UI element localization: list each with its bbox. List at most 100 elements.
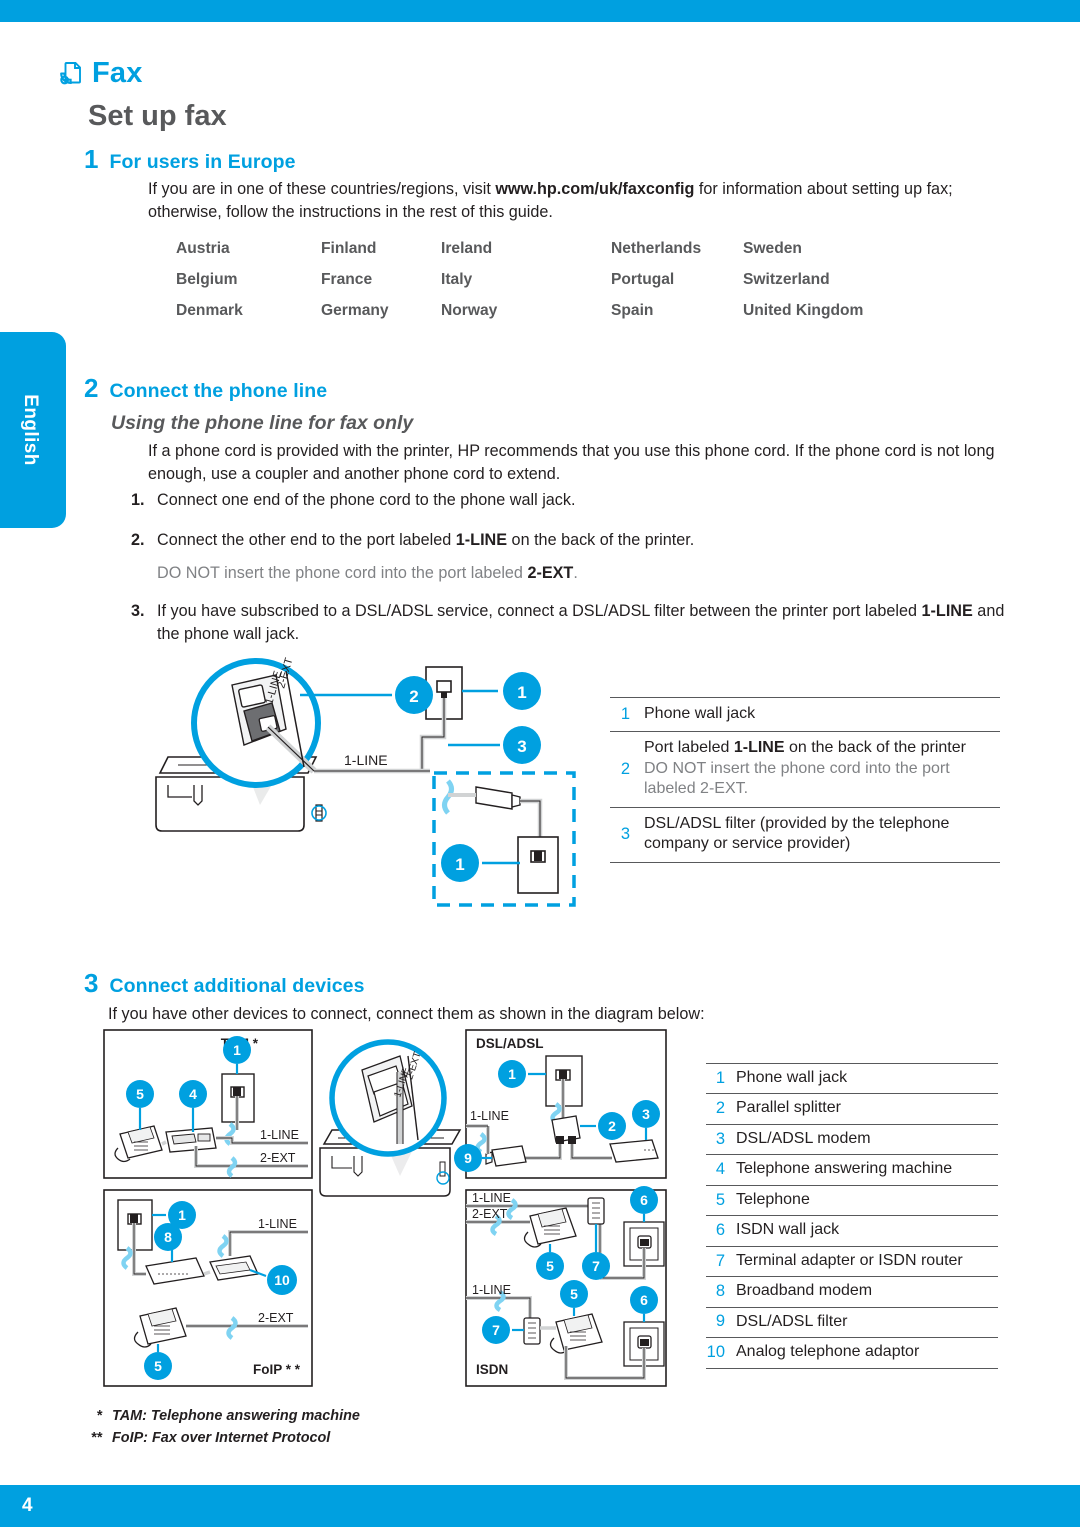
footnote-marker: *	[96, 1408, 102, 1424]
isdn-callout-6: 6	[640, 1292, 648, 1308]
step-text: Connect one end of the phone cord to the…	[157, 491, 576, 509]
callout-2: 2	[409, 687, 418, 706]
section-1-paragraph: If you are in one of these countries/reg…	[148, 178, 993, 224]
legend-key: 7	[715, 1251, 725, 1270]
legend-value-bold: 1-LINE	[733, 739, 785, 757]
section-heading-2: 2 Connect the phone line	[84, 375, 327, 403]
ordered-step: 3. If you have subscribed to a DSL/ADSL s…	[131, 600, 1011, 645]
country-item: Austria	[176, 240, 230, 257]
ordered-step: 2. Connect the other end to the port labe…	[131, 529, 1011, 552]
legend-value: DSL/ADSL modem	[736, 1129, 871, 1147]
section-2-subheading: Using the phone line for fax only	[111, 412, 414, 434]
country-item: Netherlands	[611, 240, 702, 257]
section-label-1: For users in Europe	[109, 151, 296, 173]
callout-1a: 1	[517, 683, 526, 702]
page-subtitle: Set up fax	[88, 100, 227, 132]
callout-1b: 1	[455, 855, 464, 874]
foip-callout-8: 8	[164, 1229, 172, 1245]
country-item: Finland	[321, 240, 377, 257]
tam-callout-1: 1	[233, 1042, 241, 1058]
step-number: 1.	[131, 491, 145, 509]
legend-row: 6 ISDN wall jack	[706, 1216, 998, 1247]
ta-port-1-line: 1-LINE	[472, 1191, 511, 1205]
foip-port-1-line: 1-LINE	[258, 1217, 297, 1231]
tam-port-2-ext: 2-EXT	[260, 1151, 296, 1165]
page-number: 4	[22, 1495, 33, 1516]
tam-callout-5: 5	[136, 1086, 144, 1102]
legend-row: 9 DSL/ADSL filter	[706, 1308, 998, 1339]
section-label-3: Connect additional devices	[109, 975, 365, 997]
legend-key: 4	[715, 1160, 725, 1179]
country-item: Denmark	[176, 302, 243, 319]
country-item: Switzerland	[743, 271, 830, 288]
legend-value: DSL/ADSL filter	[736, 1312, 848, 1330]
isdn-callout-7: 7	[492, 1322, 500, 1338]
language-tab-label: English	[20, 394, 41, 466]
ta-port-2-ext: 2-EXT	[472, 1207, 508, 1221]
legend-row: 5 Telephone	[706, 1186, 998, 1217]
section-label-2: Connect the phone line	[109, 380, 328, 402]
foip-callout-1: 1	[178, 1207, 186, 1223]
legend-row: 2 Parallel splitter	[706, 1094, 998, 1125]
legend-value: Parallel splitter	[736, 1099, 841, 1117]
country-item: Spain	[611, 302, 654, 319]
document-page: 4 English Fax Set up fax 1 For users in …	[0, 0, 1080, 1527]
legend-key: 9	[715, 1312, 725, 1331]
dsl-callout-1: 1	[508, 1066, 516, 1082]
ta-callout-7: 7	[592, 1258, 600, 1274]
legend-value: DSL/ADSL filter (provided by the telepho…	[644, 814, 950, 853]
language-tab: English	[0, 332, 66, 528]
dsl-callout-2: 2	[608, 1118, 616, 1134]
step-text: Connect the other end to the port labele…	[157, 530, 695, 549]
legend-key: 3	[715, 1129, 725, 1148]
legend-value: Phone wall jack	[644, 705, 756, 722]
country-item: France	[321, 271, 373, 288]
fax-only-diagram: 1-LINE 2-EXT 1-LINE 2 1 3 1	[148, 645, 598, 930]
legend-key: 10	[706, 1342, 725, 1361]
isdn-callout-5: 5	[570, 1286, 578, 1302]
fax-only-legend: 1 Phone wall jack 2 Port labeled 1-LINE …	[610, 697, 1000, 863]
section-2-paragraph: If a phone cord is provided with the pri…	[148, 442, 995, 483]
isdn-port-1-line: 1-LINE	[472, 1283, 511, 1297]
ta-callout-6: 6	[640, 1192, 648, 1208]
country-list: Austria Finland Ireland Netherlands Sweden Be…	[176, 240, 923, 320]
dsl-callout-9: 9	[464, 1150, 472, 1166]
s1-url: www.hp.com/uk/faxconfig	[495, 180, 695, 198]
panel-label-dsl: DSL/ADSL	[476, 1036, 544, 1051]
footnote-text: FoIP: Fax over Internet Protocol	[112, 1430, 331, 1446]
legend-key: 1	[620, 704, 630, 723]
page-title-group: Fax	[58, 57, 143, 90]
section-heading-3: 3 Connect additional devices	[84, 970, 365, 998]
footnotes: * TAM: Telephone answering machine ** FoIP:…	[76, 1408, 360, 1452]
legend-value: Terminal adapter or ISDN router	[736, 1251, 963, 1269]
callout-3: 3	[517, 737, 526, 756]
section-heading-1: 1 For users in Europe	[84, 146, 296, 174]
legend-row: 4 Telephone answering machine	[706, 1155, 998, 1186]
footnote-marker: **	[90, 1430, 102, 1446]
legend-row: 2 Port labeled 1-LINE on the back of the…	[610, 732, 1000, 808]
legend-row: 3 DSL/ADSL modem	[706, 1125, 998, 1156]
port-label-1-line: 1-LINE	[344, 752, 388, 768]
section-2-steps: 1. Connect one end of the phone cord to t…	[131, 489, 1011, 663]
panel-label-isdn: ISDN	[476, 1362, 508, 1377]
ta-callout-5: 5	[546, 1258, 554, 1274]
legend-value: Broadband modem	[736, 1282, 873, 1300]
foip-callout-10: 10	[274, 1272, 290, 1288]
legend-value-pre: Port labeled	[644, 739, 734, 757]
foip-port-2-ext: 2-EXT	[258, 1311, 294, 1325]
legend-key: 2	[620, 759, 630, 778]
legend-value: Phone wall jack	[736, 1069, 848, 1086]
bottom-accent-bar	[0, 1485, 1080, 1527]
legend-value-post: on the back of the printer	[784, 739, 966, 757]
do-not-note: DO NOT insert the phone cord into the po…	[157, 564, 578, 583]
legend-value: Port labeled 1-LINE on the back of the p…	[644, 738, 1000, 799]
tam-port-1-line: 1-LINE	[260, 1128, 299, 1142]
country-item: Ireland	[441, 240, 493, 257]
additional-devices-legend: 1 Phone wall jack 2 Parallel splitter 3 DSL/A…	[706, 1063, 998, 1369]
country-item: United Kingdom	[743, 302, 864, 319]
legend-key: 6	[715, 1221, 725, 1240]
section-number-1: 1	[84, 144, 99, 174]
country-item: Germany	[321, 302, 389, 319]
legend-value: ISDN wall jack	[736, 1221, 840, 1239]
footnote: ** FoIP: Fax over Internet Protocol	[76, 1430, 360, 1446]
